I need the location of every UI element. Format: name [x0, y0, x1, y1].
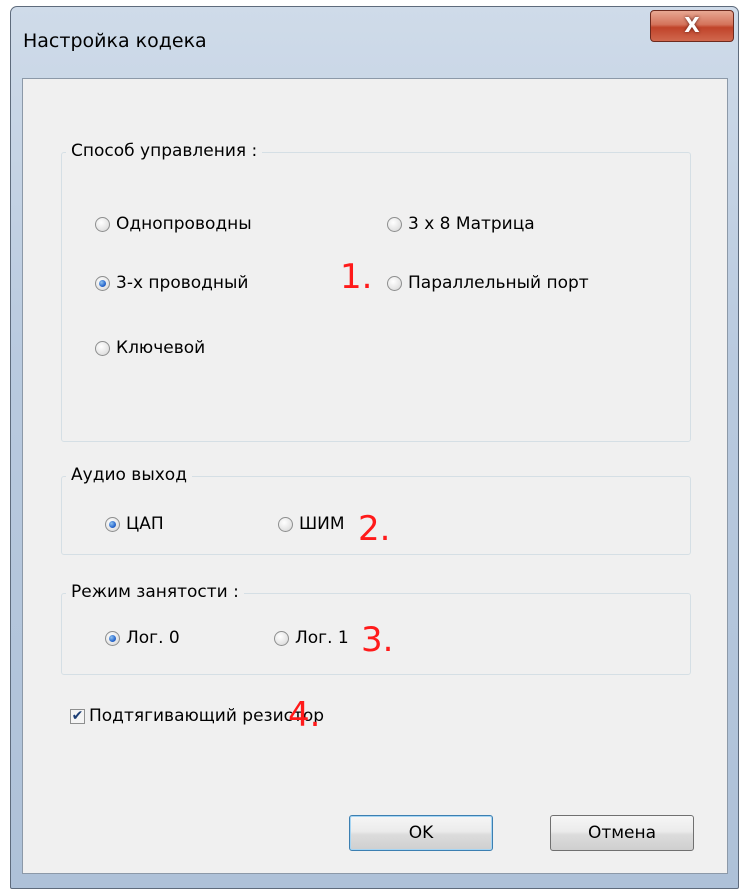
radio-key[interactable]: Ключевой: [95, 338, 205, 358]
dialog-title: Настройка кодека: [23, 30, 207, 52]
radio-three-wire[interactable]: 3-х проводный: [95, 273, 248, 293]
radio-label: 3 x 8 Матрица: [408, 214, 535, 234]
radio-label: Ключевой: [116, 338, 206, 358]
control-method-group: [61, 152, 691, 442]
radio-label: Лог. 0: [126, 628, 180, 648]
radio-parallel-port[interactable]: Параллельный порт: [387, 273, 589, 293]
cancel-button[interactable]: Отмена: [550, 815, 694, 851]
radio-button-icon: [105, 630, 120, 646]
radio-log-0[interactable]: Лог. 0: [105, 628, 180, 648]
radio-label: Параллельный порт: [408, 273, 589, 293]
radio-label: Лог. 1: [295, 628, 349, 648]
radio-label: ЦАП: [126, 514, 164, 534]
annotation-4: 4.: [288, 695, 321, 735]
radio-one-wire[interactable]: Однопроводны: [95, 214, 252, 234]
audio-output-legend: Аудио выход: [66, 465, 192, 485]
annotation-2: 2.: [358, 509, 391, 549]
radio-button-icon: [95, 216, 110, 232]
radio-label: Однопроводны: [116, 214, 252, 234]
radio-button-icon: [278, 516, 293, 532]
checkmark-icon: ✔: [70, 707, 85, 724]
radio-label: ШИМ: [299, 514, 345, 534]
radio-button-icon: [105, 516, 120, 532]
radio-pwm[interactable]: ШИМ: [278, 514, 345, 534]
radio-log-1[interactable]: Лог. 1: [274, 628, 349, 648]
radio-button-icon: [274, 630, 289, 646]
control-method-legend: Способ управления :: [66, 141, 263, 161]
radio-matrix[interactable]: 3 x 8 Матрица: [387, 214, 535, 234]
pullup-resistor-checkbox[interactable]: ✔ Подтягивающий резистор: [70, 706, 324, 726]
ok-button[interactable]: OK: [349, 815, 493, 851]
radio-dac[interactable]: ЦАП: [105, 514, 164, 534]
close-button[interactable]: X: [650, 10, 734, 42]
radio-button-icon: [387, 216, 402, 232]
annotation-3: 3.: [361, 620, 394, 660]
radio-button-icon: [95, 340, 110, 356]
annotation-1: 1.: [340, 257, 373, 297]
radio-label: 3-х проводный: [116, 273, 249, 293]
radio-button-icon: [95, 275, 110, 291]
dialog-content: Способ управления : Однопроводны 3-х про…: [22, 78, 728, 874]
close-icon: X: [684, 13, 700, 37]
radio-button-icon: [387, 275, 402, 291]
busy-mode-legend: Режим занятости :: [66, 582, 244, 602]
